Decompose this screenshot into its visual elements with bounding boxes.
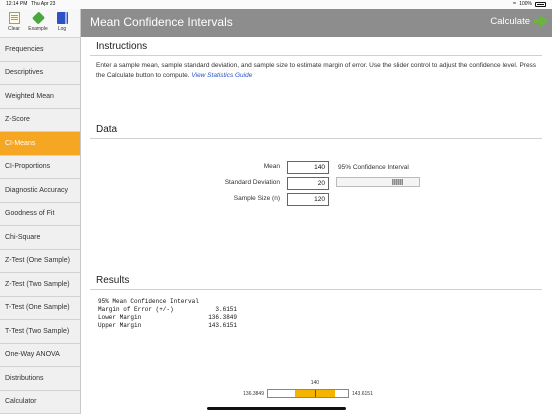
sidebar-item-frequencies[interactable]: Frequencies <box>0 38 80 62</box>
notepad-icon <box>8 12 20 24</box>
result-value: 136.3849 <box>208 314 237 321</box>
sidebar-item-descriptives[interactable]: Descriptives <box>0 62 80 85</box>
mean-label: Mean <box>263 163 280 170</box>
sd-input[interactable]: 20 <box>287 177 329 190</box>
calculate-label: Calculate <box>490 15 530 27</box>
divider <box>90 289 542 290</box>
book-icon <box>56 12 68 24</box>
status-date: Thu Apr 23 <box>31 1 56 7</box>
status-bar: 12:14 PM Thu Apr 23 ≈ 100% <box>0 0 552 9</box>
sidebar-item-distributions[interactable]: Distributions <box>0 367 80 391</box>
mean-input[interactable]: 140 <box>287 161 329 174</box>
result-value: 143.6151 <box>208 322 237 329</box>
sidebar: Clear Example Log Frequencies Descriptive… <box>0 9 81 414</box>
sidebar-item-label: Weighted Mean <box>5 92 54 100</box>
confidence-slider[interactable] <box>336 177 420 187</box>
sidebar-item-one-way-anova[interactable]: One-Way ANOVA <box>0 344 80 367</box>
example-button[interactable]: Example <box>27 9 49 37</box>
sidebar-toolbar: Clear Example Log <box>0 9 80 38</box>
divider <box>90 138 542 139</box>
results-heading: Results <box>96 275 130 286</box>
page-title: Mean Confidence Intervals <box>90 15 233 29</box>
results-heading-line: 95% Mean Confidence Interval <box>98 298 199 305</box>
cube-icon <box>31 11 45 25</box>
sidebar-item-label: Frequencies <box>5 45 44 53</box>
sidebar-item-label: Diagnostic Accuracy <box>5 186 69 194</box>
sidebar-item-t-test-one-sample[interactable]: T-Test (One Sample) <box>0 297 80 320</box>
sidebar-item-label: Z-Test (Two Sample) <box>5 280 70 288</box>
sidebar-item-label: CI-Proportions <box>5 163 51 171</box>
status-indicators: ≈ 100% <box>513 1 546 7</box>
home-indicator <box>207 407 346 410</box>
sidebar-nav: Frequencies Descriptives Weighted Mean Z-Sc… <box>0 38 80 414</box>
interval-mean-marker <box>314 390 316 397</box>
wifi-icon: ≈ <box>512 0 517 7</box>
sd-label: Standard Deviation <box>224 179 280 186</box>
sidebar-item-label: T-Test (One Sample) <box>5 304 70 312</box>
sidebar-item-t-test-two-sample[interactable]: T-Test (Two Sample) <box>0 320 80 344</box>
battery-icon <box>535 1 546 7</box>
statistics-guide-link[interactable]: View Statistics Guide <box>191 72 252 79</box>
result-row: Lower Margin 136.3849 <box>98 314 237 322</box>
results-output: 95% Mean Confidence Interval Margin of E… <box>98 298 237 330</box>
sidebar-item-z-score[interactable]: Z-Score <box>0 109 80 132</box>
log-button[interactable]: Log <box>51 9 73 37</box>
sidebar-item-z-test-two-sample[interactable]: Z-Test (Two Sample) <box>0 273 80 297</box>
calculate-button[interactable]: Calculate <box>490 15 548 27</box>
clear-button[interactable]: Clear <box>3 9 25 37</box>
sidebar-item-ci-proportions[interactable]: CI-Proportions <box>0 156 80 179</box>
battery-percent: 100% <box>519 1 532 7</box>
sidebar-item-weighted-mean[interactable]: Weighted Mean <box>0 85 80 109</box>
interval-lower-label: 136.3849 <box>243 391 264 397</box>
example-label: Example <box>28 26 48 32</box>
slider-thumb[interactable] <box>392 179 403 185</box>
sidebar-item-label: Goodness of Fit <box>5 210 55 218</box>
arrow-right-icon <box>534 15 548 27</box>
interval-bar <box>267 389 349 398</box>
header-bar: Mean Confidence Intervals Calculate <box>81 9 552 37</box>
sidebar-item-goodness-of-fit[interactable]: Goodness of Fit <box>0 203 80 226</box>
result-name: Margin of Error (+/-) <box>98 306 174 313</box>
interval-center-label: 140 <box>310 380 320 386</box>
interval-upper-label: 143.6151 <box>352 391 373 397</box>
sidebar-item-label: T-Test (Two Sample) <box>5 327 70 335</box>
clear-label: Clear <box>8 26 20 32</box>
sidebar-item-label: Descriptives <box>5 69 44 77</box>
result-row: Margin of Error (+/-) 3.6151 <box>98 306 237 314</box>
sidebar-item-label: One-Way ANOVA <box>5 351 60 359</box>
sample-size-label: Sample Size (n) <box>233 195 280 202</box>
app-screen: 12:14 PM Thu Apr 23 ≈ 100% Clear Example… <box>0 0 552 414</box>
instructions-heading: Instructions <box>96 41 148 52</box>
instructions-text: Enter a sample mean, sample standard dev… <box>96 61 542 80</box>
log-label: Log <box>57 26 67 32</box>
divider <box>90 55 542 56</box>
result-name: Lower Margin <box>98 314 142 321</box>
sidebar-item-label: Calculator <box>5 398 37 406</box>
sidebar-item-label: Z-Score <box>5 116 30 124</box>
sidebar-item-label: Z-Test (One Sample) <box>5 257 70 265</box>
sidebar-item-z-test-one-sample[interactable]: Z-Test (One Sample) <box>0 250 80 273</box>
data-heading: Data <box>96 124 118 135</box>
sidebar-item-label: Distributions <box>5 374 44 382</box>
result-row: Upper Margin 143.6151 <box>98 322 237 330</box>
sample-size-input[interactable]: 120 <box>287 193 329 206</box>
sidebar-item-ci-means[interactable]: CI-Means <box>0 132 80 156</box>
sidebar-item-label: CI-Means <box>5 139 36 147</box>
status-time: 12:14 PM <box>6 1 28 7</box>
sidebar-item-label: Chi-Square <box>5 233 41 241</box>
result-value: 3.6151 <box>215 306 237 313</box>
sidebar-item-diagnostic-accuracy[interactable]: Diagnostic Accuracy <box>0 179 80 203</box>
confidence-interval-label: 95% Confidence Interval <box>338 164 409 171</box>
sidebar-item-chi-square[interactable]: Chi-Square <box>0 226 80 250</box>
sidebar-item-calculator[interactable]: Calculator <box>0 391 80 414</box>
instructions-body: Enter a sample mean, sample standard dev… <box>96 62 537 79</box>
result-name: Upper Margin <box>98 322 142 329</box>
